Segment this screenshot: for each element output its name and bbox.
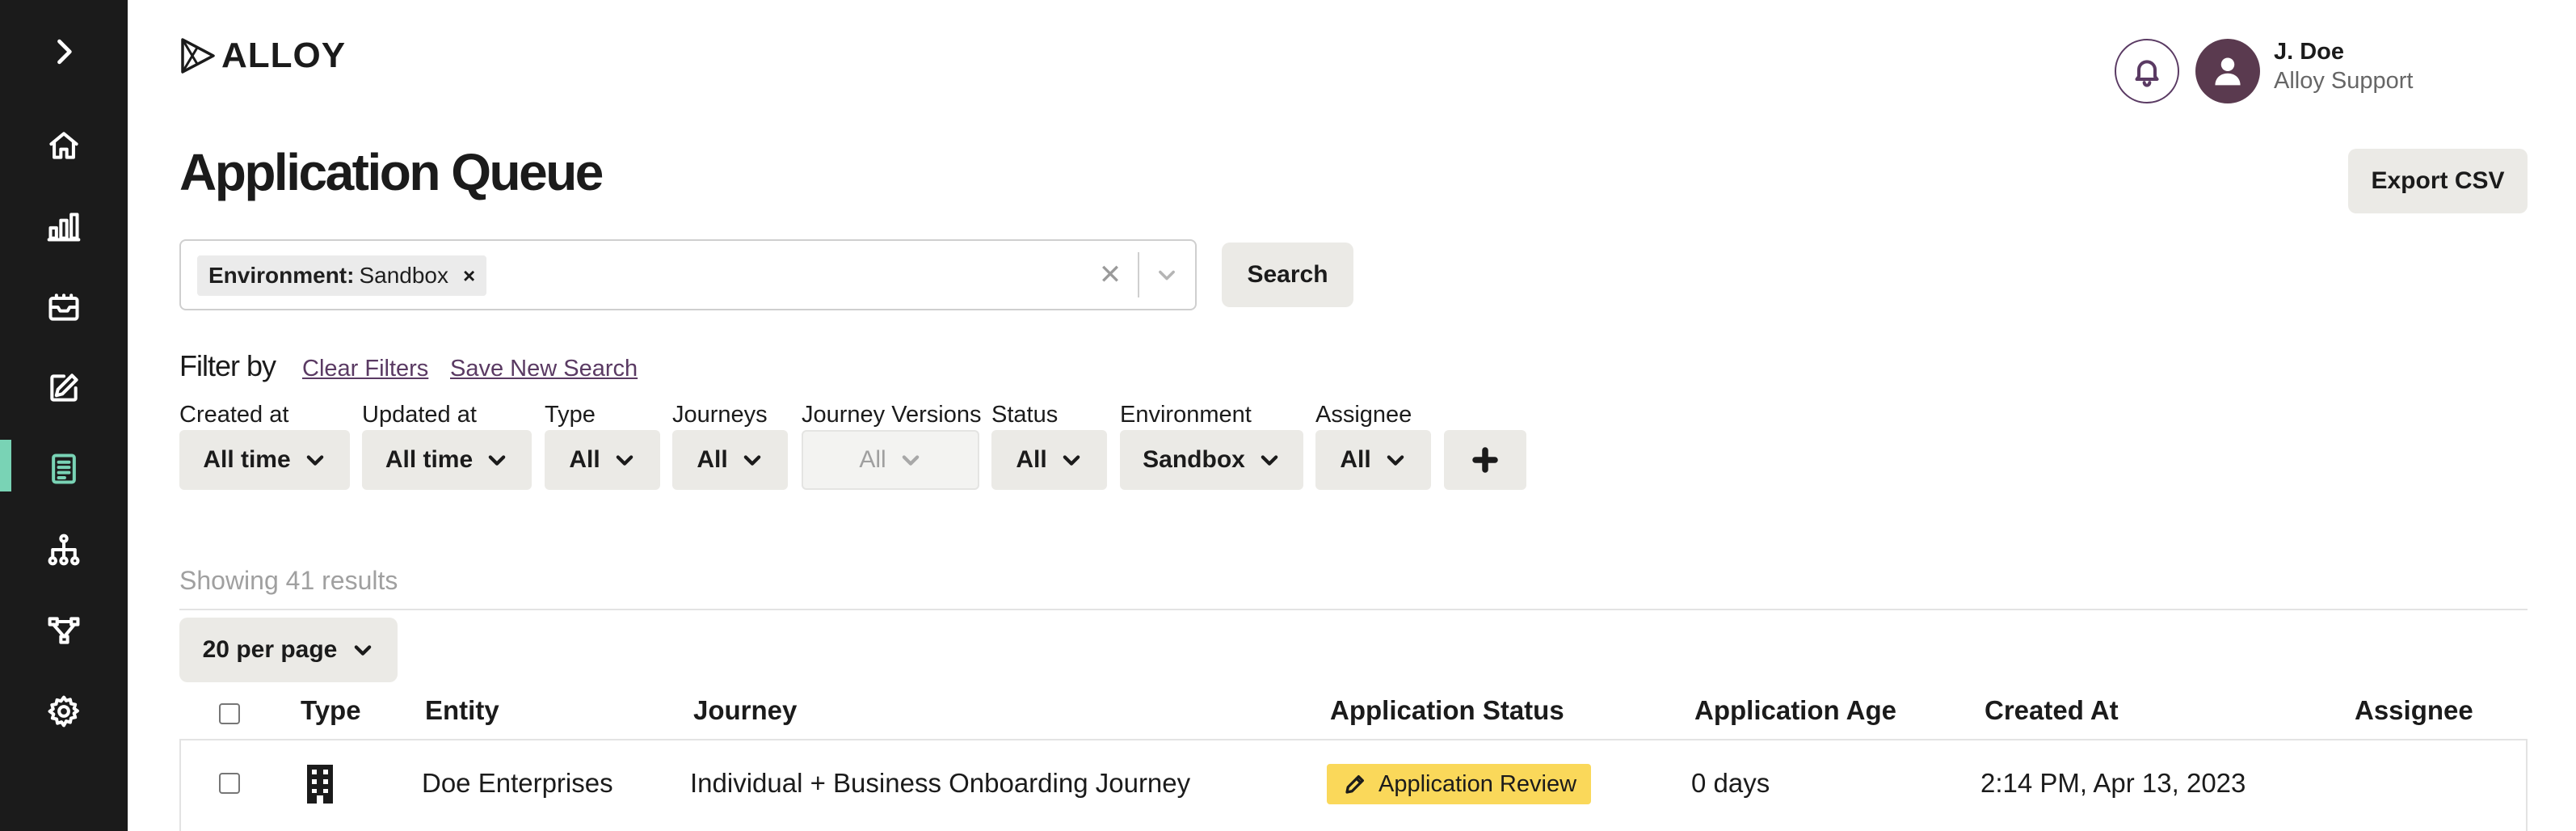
per-page-dropdown[interactable]: 20 per page: [179, 618, 398, 682]
filter-type-dropdown[interactable]: All: [545, 430, 660, 490]
edit-icon: [50, 373, 78, 402]
column-header-type[interactable]: Type: [301, 695, 361, 726]
notifications-button[interactable]: [2115, 39, 2179, 103]
chevron-down-icon: [743, 455, 760, 466]
chevron-down-icon: [902, 455, 919, 466]
sidebar-item-workflow[interactable]: [0, 598, 128, 663]
filter-chip-environment: Environment: Sandbox ×: [197, 255, 487, 296]
bell-icon: [2135, 60, 2159, 87]
save-new-search-link[interactable]: Save New Search: [450, 356, 638, 382]
chevron-down-icon: [306, 455, 323, 466]
filter-label-created-at: Created at: [179, 402, 289, 428]
chevron-down-icon: [616, 455, 633, 466]
column-header-application-status[interactable]: Application Status: [1330, 695, 1564, 726]
search-divider: [1138, 252, 1139, 297]
status-label: Application Review: [1378, 770, 1577, 797]
per-page-label: 20 per page: [202, 636, 338, 663]
chevron-down-icon: [488, 455, 506, 466]
add-filter-button[interactable]: [1444, 430, 1526, 490]
avatar[interactable]: [2195, 39, 2260, 103]
filter-value: All: [1340, 446, 1371, 473]
inbox-icon: [48, 293, 79, 321]
sidebar-item-applications[interactable]: [0, 437, 128, 501]
pencil-icon: [1345, 775, 1364, 794]
results-count: Showing 41 results: [179, 566, 398, 595]
cell-journey: Individual + Business Onboarding Journey: [690, 768, 1191, 798]
page-title: Application Queue: [179, 143, 604, 201]
filter-status-dropdown[interactable]: All: [991, 430, 1107, 490]
search-button[interactable]: Search: [1222, 243, 1353, 307]
filter-value: All: [1016, 446, 1047, 473]
chevron-down-icon: [1387, 455, 1404, 466]
search-dropdown-toggle[interactable]: [1151, 259, 1183, 291]
chip-key: Environment:: [208, 263, 355, 288]
hierarchy-icon: [48, 534, 80, 566]
sidebar: [0, 0, 128, 831]
filter-value: Sandbox: [1143, 446, 1245, 473]
filter-label-journey-versions: Journey Versions: [802, 402, 982, 428]
divider: [179, 609, 2528, 610]
filter-value: All time: [203, 446, 291, 473]
sidebar-item-home[interactable]: [0, 113, 128, 178]
clear-search-button[interactable]: ✕: [1094, 257, 1126, 293]
status-badge: Application Review: [1327, 764, 1592, 804]
chip-value: Sandbox: [359, 263, 449, 288]
export-csv-button[interactable]: Export CSV: [2348, 149, 2528, 213]
column-header-assignee[interactable]: Assignee: [2355, 695, 2473, 726]
gear-icon: [48, 695, 79, 728]
filter-journeys-dropdown[interactable]: All: [672, 430, 788, 490]
document-list-icon: [52, 453, 76, 484]
sidebar-expand-button[interactable]: [0, 19, 128, 84]
plus-icon: [1472, 447, 1498, 473]
chevron-down-icon: [355, 645, 372, 656]
sidebar-item-hierarchy[interactable]: [0, 517, 128, 582]
cell-application-age: 0 days: [1691, 768, 1770, 798]
filter-label-assignee: Assignee: [1315, 402, 1412, 428]
user-org: Alloy Support: [2274, 68, 2414, 94]
filter-assignee-dropdown[interactable]: All: [1315, 430, 1431, 490]
logo-text: ALLOY: [221, 36, 347, 75]
alloy-logo[interactable]: ALLOY: [179, 36, 346, 76]
sidebar-item-inbox[interactable]: [0, 275, 128, 340]
filter-created-at-dropdown[interactable]: All time: [179, 430, 350, 490]
filter-journey-versions-dropdown: All: [802, 430, 979, 490]
bar-chart-icon: [47, 213, 81, 242]
search-input[interactable]: Environment: Sandbox × ✕: [179, 239, 1197, 310]
column-header-journey[interactable]: Journey: [693, 695, 797, 726]
sidebar-item-analytics[interactable]: [0, 194, 128, 259]
sidebar-item-edit[interactable]: [0, 356, 128, 420]
filter-label-updated-at: Updated at: [362, 402, 477, 428]
column-header-created-at[interactable]: Created At: [1985, 695, 2119, 726]
sidebar-item-settings[interactable]: [0, 679, 128, 744]
filter-environment-dropdown[interactable]: Sandbox: [1120, 430, 1303, 490]
alloy-logo-icon: [181, 38, 215, 74]
filter-value: All time: [385, 446, 474, 473]
user-name: J. Doe: [2274, 39, 2345, 65]
filter-by-heading: Filter by: [179, 349, 276, 382]
filter-label-status: Status: [991, 402, 1059, 428]
filter-value: All: [697, 446, 728, 473]
building-icon: [307, 765, 333, 804]
filter-updated-at-dropdown[interactable]: All time: [362, 430, 532, 490]
row-checkbox[interactable]: [219, 773, 240, 794]
cell-created-at: 2:14 PM, Apr 13, 2023: [1980, 768, 2246, 798]
filter-label-type: Type: [545, 402, 596, 428]
filter-label-journeys: Journeys: [672, 402, 768, 428]
chip-remove-button[interactable]: ×: [463, 264, 475, 289]
home-icon: [49, 132, 78, 159]
clear-filters-link[interactable]: Clear Filters: [302, 356, 428, 382]
filter-value: All: [569, 446, 600, 473]
chevron-down-icon: [1063, 455, 1080, 466]
chevron-right-icon: [57, 39, 72, 65]
workflow-icon: [48, 617, 80, 644]
cell-entity[interactable]: Doe Enterprises: [422, 768, 613, 799]
select-all-checkbox[interactable]: [219, 703, 240, 724]
filter-value: All: [859, 446, 886, 473]
chevron-down-icon: [1159, 270, 1175, 281]
filter-label-environment: Environment: [1120, 402, 1252, 428]
column-header-entity[interactable]: Entity: [425, 695, 499, 726]
chevron-down-icon: [1261, 455, 1278, 466]
user-icon: [2215, 57, 2241, 86]
column-header-application-age[interactable]: Application Age: [1694, 695, 1896, 726]
